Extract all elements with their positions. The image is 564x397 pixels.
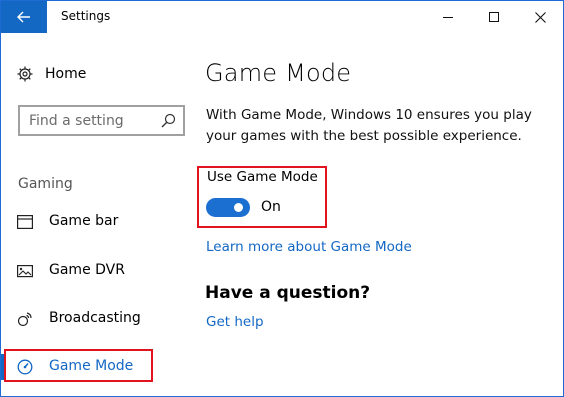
page-description: With Game Mode, Windows 10 ensures you p…	[206, 107, 532, 144]
sidebar-item-label: Game bar	[49, 213, 119, 229]
sidebar-item-game-bar[interactable]: Game bar	[1, 209, 193, 235]
search-input[interactable]: Find a setting	[18, 105, 185, 136]
sidebar-item-game-dvr[interactable]: Game DVR	[1, 258, 193, 284]
search-icon[interactable]	[161, 113, 176, 128]
game-bar-icon	[16, 214, 34, 230]
back-button[interactable]	[1, 1, 47, 33]
window-title: Settings	[61, 9, 111, 23]
get-help-link[interactable]: Get help	[206, 314, 264, 330]
title-bar: Settings	[1, 1, 563, 33]
page-title: Game Mode	[205, 59, 352, 87]
close-icon	[534, 11, 546, 23]
toggle-state: On	[261, 199, 281, 215]
section-heading-gaming: Gaming	[18, 176, 73, 192]
back-arrow-icon	[17, 11, 30, 23]
toggle-knob	[234, 203, 243, 212]
broadcasting-icon	[16, 311, 34, 327]
highlight-box-game-mode	[4, 349, 153, 382]
minimize-icon	[443, 16, 453, 18]
maximize-icon	[489, 12, 499, 22]
maximize-button[interactable]	[471, 1, 517, 33]
settings-window: Settings Home Find a setting Gaming Game…	[0, 0, 564, 397]
question-heading: Have a question?	[205, 283, 371, 303]
search-placeholder: Find a setting	[29, 113, 124, 129]
sidebar-item-label: Broadcasting	[49, 310, 141, 326]
game-dvr-icon	[16, 263, 34, 279]
learn-more-link[interactable]: Learn more about Game Mode	[206, 239, 412, 255]
close-button[interactable]	[517, 1, 563, 33]
minimize-button[interactable]	[425, 1, 471, 33]
home-nav[interactable]: Home	[17, 63, 86, 85]
home-label: Home	[45, 66, 87, 82]
game-mode-toggle[interactable]	[206, 198, 250, 217]
sidebar-item-label: Game DVR	[49, 262, 125, 278]
toggle-label: Use Game Mode	[207, 169, 318, 185]
sidebar-item-broadcasting[interactable]: Broadcasting	[1, 306, 193, 332]
gear-icon	[17, 66, 33, 82]
